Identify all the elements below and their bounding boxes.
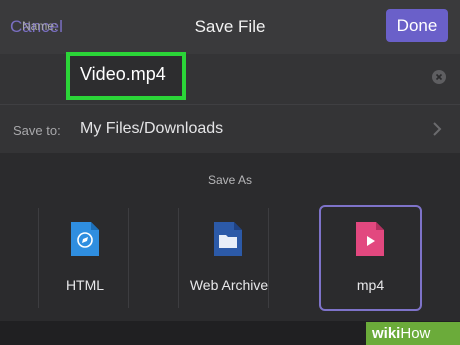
format-option-web-archive[interactable] bbox=[180, 205, 266, 311]
name-input[interactable]: Video.mp4 bbox=[80, 64, 166, 85]
tile-divider bbox=[38, 208, 39, 308]
play-document-icon bbox=[356, 222, 384, 256]
save-to-row[interactable] bbox=[0, 105, 460, 153]
clear-icon[interactable] bbox=[432, 70, 446, 84]
tile-divider bbox=[268, 208, 269, 308]
tile-divider bbox=[178, 208, 179, 308]
compass-document-icon bbox=[71, 222, 99, 256]
folder-document-icon bbox=[214, 222, 242, 256]
save-to-label: Save to: bbox=[13, 123, 61, 138]
format-option-html[interactable] bbox=[40, 205, 126, 311]
done-button[interactable]: Done bbox=[386, 9, 448, 42]
chevron-right-icon[interactable] bbox=[432, 122, 442, 136]
tile-divider bbox=[128, 208, 129, 308]
format-label-mp4: mp4 bbox=[356, 277, 385, 293]
format-label-web-archive: Web Archive bbox=[189, 277, 269, 293]
name-label: Name: bbox=[22, 19, 58, 33]
save-to-path[interactable]: My Files/Downloads bbox=[80, 120, 223, 138]
format-label-html: HTML bbox=[65, 277, 105, 293]
save-as-heading: Save As bbox=[207, 173, 253, 187]
watermark-text: wikiHow bbox=[372, 325, 431, 342]
format-option-mp4[interactable] bbox=[319, 205, 422, 311]
